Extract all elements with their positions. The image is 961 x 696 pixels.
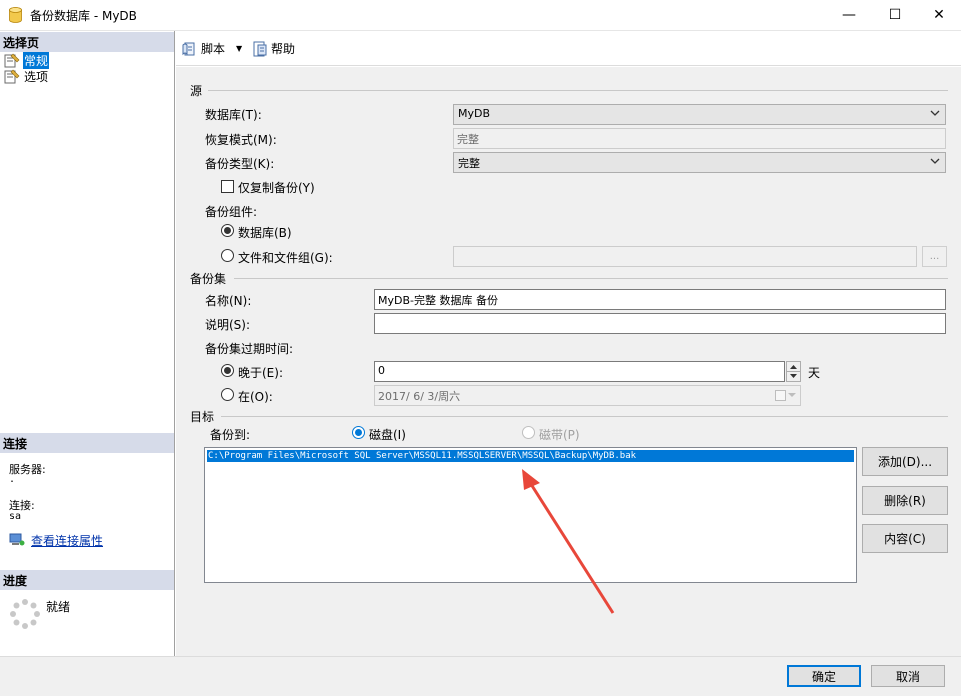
destination-list[interactable]: C:\Program Files\Microsoft SQL Server\MS… — [204, 447, 857, 583]
backup-component-label: 备份组件: — [205, 205, 258, 219]
tape-radio — [522, 426, 535, 439]
destination-section-label: 目标 — [190, 410, 215, 424]
expire-after-days-value: 0 — [378, 364, 385, 377]
nav-label-options: 选项 — [24, 70, 49, 84]
general-page: 源 数据库(T): MyDB 恢复模式(M): 完整 备份类型(K): 完整 仅… — [176, 67, 961, 656]
files-field — [453, 246, 917, 267]
expire-after-radio[interactable] — [221, 364, 234, 377]
cancel-button[interactable]: 取消 — [871, 665, 945, 687]
close-button[interactable]: ✕ — [916, 0, 961, 30]
progress-spinner-icon — [10, 599, 40, 629]
name-label: 名称(N): — [205, 294, 252, 308]
database-label: 数据库(T): — [205, 108, 262, 122]
files-browse-button[interactable]: ... — [922, 246, 947, 267]
progress-header: 进度 — [0, 570, 174, 590]
disk-label: 磁盘(I) — [369, 428, 406, 442]
spinner-arrows-icon — [787, 365, 800, 378]
expire-after-label: 晚于(E): — [238, 366, 283, 380]
nav-item-general[interactable]: 常规 — [4, 52, 50, 69]
backup-set-divider — [234, 278, 948, 279]
nav-item-options[interactable]: 选项 — [4, 69, 49, 84]
tape-label: 磁带(P) — [539, 428, 580, 442]
view-connection-properties-link[interactable]: 查看连接属性 — [31, 532, 103, 549]
recovery-model-field: 完整 — [453, 128, 946, 149]
source-section-label: 源 — [190, 84, 203, 98]
progress-status: 就绪 — [46, 600, 71, 614]
backup-type-select[interactable]: 完整 — [453, 152, 946, 173]
contents-button[interactable]: 内容(C) — [862, 524, 948, 553]
destination-divider — [221, 416, 948, 417]
expire-after-unit: 天 — [808, 366, 821, 380]
left-pane: 选择页 常规 选项 连接 服务器: . 连接: sa 查看连接属性 进度 就绪 — [0, 31, 175, 656]
copy-only-label: 仅复制备份(Y) — [238, 181, 315, 195]
remove-destination-button[interactable]: 删除(R) — [862, 486, 948, 515]
add-destination-button[interactable]: 添加(D)... — [862, 447, 948, 476]
select-page-header: 选择页 — [0, 32, 174, 52]
toolbar: 脚本 ▼ 帮助 — [176, 31, 961, 66]
connection-value: sa — [9, 511, 22, 522]
page-icon — [4, 53, 20, 68]
help-label: 帮助 — [271, 42, 296, 56]
script-dropdown-icon[interactable]: ▼ — [236, 44, 242, 53]
script-icon — [182, 42, 195, 55]
copy-only-checkbox[interactable] — [221, 180, 234, 193]
backup-type-select-value: 完整 — [458, 157, 480, 170]
database-select-value: MyDB — [458, 107, 491, 120]
nav-label-general: 常规 — [23, 52, 50, 69]
name-input[interactable]: MyDB-完整 数据库 备份 — [374, 289, 946, 310]
help-button[interactable]: 帮助 — [252, 40, 295, 57]
chevron-down-icon — [930, 158, 940, 164]
component-files-label: 文件和文件组(G): — [238, 251, 333, 265]
database-icon — [9, 7, 22, 23]
expire-on-radio[interactable] — [221, 388, 234, 401]
window-title: 备份数据库 - MyDB — [30, 9, 137, 23]
expire-on-label: 在(O): — [238, 390, 273, 404]
expire-label: 备份集过期时间: — [205, 342, 294, 356]
description-input[interactable] — [374, 313, 946, 334]
dialog-footer: 确定 取消 — [0, 656, 961, 696]
days-spinner[interactable] — [786, 361, 801, 382]
server-value: . — [9, 474, 16, 485]
database-select[interactable]: MyDB — [453, 104, 946, 125]
backup-set-section-label: 备份集 — [190, 272, 227, 286]
help-icon — [253, 41, 267, 56]
minimize-button[interactable]: — — [826, 0, 872, 30]
expire-after-days-input[interactable]: 0 — [374, 361, 785, 382]
expire-on-date-picker: 2017/ 6/ 3/周六 — [374, 385, 801, 406]
component-database-radio[interactable] — [221, 224, 234, 237]
disk-radio[interactable] — [352, 426, 365, 439]
component-files-radio[interactable] — [221, 249, 234, 262]
chevron-down-icon — [930, 110, 940, 116]
title-bar: 备份数据库 - MyDB — ☐ ✕ — [0, 0, 961, 31]
connection-properties-icon — [9, 533, 25, 546]
source-divider — [208, 90, 948, 91]
expire-on-date-value: 2017/ 6/ 3/周六 — [378, 390, 461, 403]
description-label: 说明(S): — [205, 318, 251, 332]
page-icon — [4, 69, 20, 84]
connection-header: 连接 — [0, 433, 174, 453]
component-database-label: 数据库(B) — [238, 226, 292, 240]
destination-path-item[interactable]: C:\Program Files\Microsoft SQL Server\MS… — [207, 450, 854, 462]
backup-to-label: 备份到: — [210, 428, 251, 442]
recovery-model-label: 恢复模式(M): — [205, 133, 277, 147]
script-label: 脚本 — [201, 42, 226, 56]
maximize-button[interactable]: ☐ — [872, 0, 918, 30]
ok-button[interactable]: 确定 — [787, 665, 861, 687]
script-button[interactable]: 脚本 ▼ — [182, 40, 242, 57]
calendar-dropdown-icon — [775, 390, 796, 401]
backup-type-label: 备份类型(K): — [205, 157, 275, 171]
